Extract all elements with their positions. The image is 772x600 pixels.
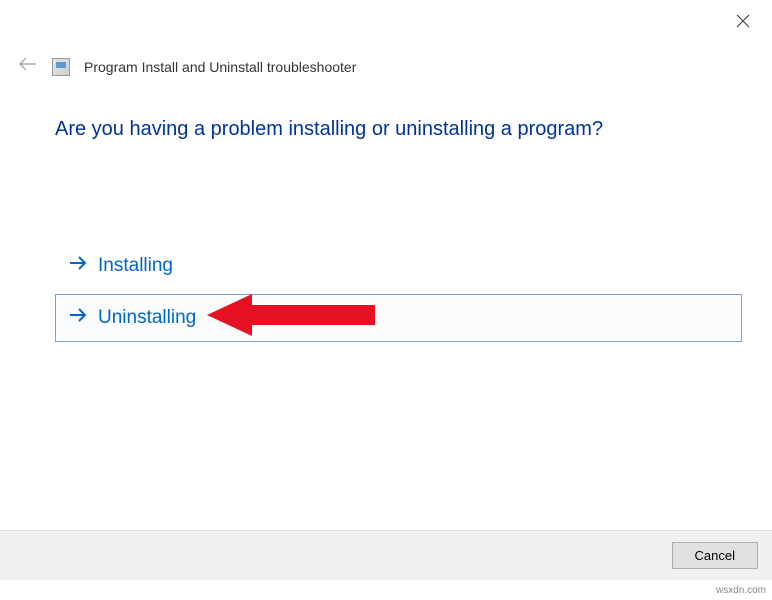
app-icon	[52, 58, 70, 76]
arrow-right-icon	[68, 307, 88, 329]
header: Program Install and Uninstall troublesho…	[18, 56, 356, 77]
option-label: Installing	[98, 255, 173, 277]
cancel-button[interactable]: Cancel	[672, 542, 758, 569]
option-installing[interactable]: Installing	[55, 242, 742, 290]
option-uninstalling[interactable]: Uninstalling	[55, 294, 742, 342]
close-icon	[736, 14, 750, 28]
window-title: Program Install and Uninstall troublesho…	[84, 59, 356, 75]
question-heading: Are you having a problem installing or u…	[55, 118, 603, 141]
footer-bar: Cancel	[0, 530, 772, 580]
arrow-right-icon	[68, 255, 88, 277]
watermark: wsxdn.com	[716, 585, 766, 596]
close-button[interactable]	[736, 14, 752, 30]
back-button[interactable]	[18, 56, 38, 77]
back-arrow-icon	[18, 56, 38, 72]
option-label: Uninstalling	[98, 307, 196, 329]
options-list: Installing Uninstalling	[55, 242, 742, 346]
